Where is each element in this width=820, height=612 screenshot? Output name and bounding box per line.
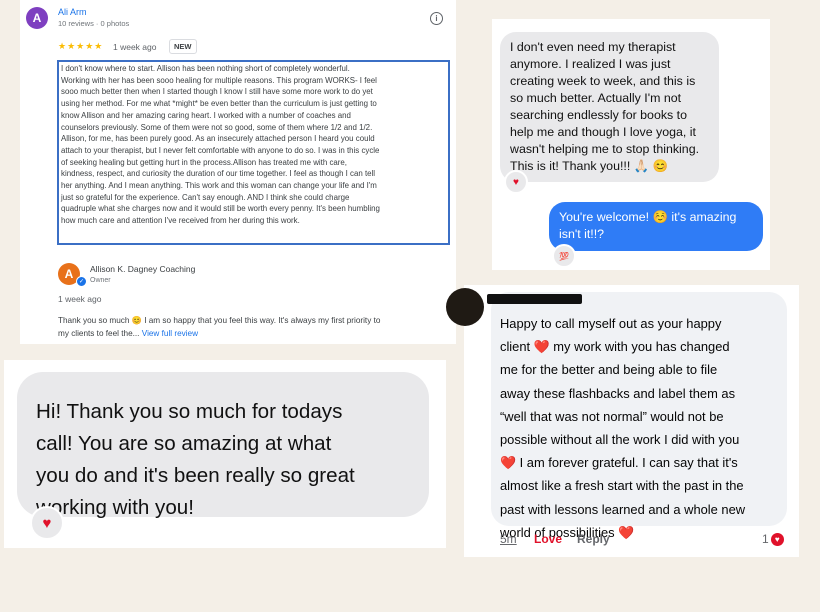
review-line: of seeking healing but getting hurt in t… [61,157,347,167]
reviewer-avatar[interactable]: A [26,7,48,29]
review-line: just so grateful for the experience. Can… [61,192,350,202]
review-line: Allison, for me, has been purely good. A… [61,134,375,144]
message-line: isn't it!!? [559,227,605,241]
new-badge: NEW [169,39,197,54]
message-line: you do and it's been really so great [36,464,355,487]
comment-line: away these flashbacks and label them as [500,385,736,401]
comment-line: ❤️ I am forever grateful. I can say that… [500,455,738,471]
reaction-count[interactable]: 1 ♥ [762,532,784,546]
incoming-message-bubble: I don't even need my therapist anymore. … [500,32,719,182]
review-line: how much care and attention I've receive… [61,216,300,226]
commenter-avatar[interactable] [446,288,484,326]
comment-line: client ❤️ my work with you has changed [500,339,730,355]
owner-reply: Thank you so much 😊 I am so happy that y… [58,314,448,340]
star-rating: ★★★★★ [58,41,104,51]
message-line: help me and though I love yoga, it [510,125,696,139]
review-line: using her method. For me what *might* be… [61,99,377,109]
message-line: so much better. Actually I'm not [510,91,682,105]
review-line: sooo much better then when I started tho… [61,87,373,97]
reviewer-meta: 10 reviews · 0 photos [58,19,130,28]
owner-reply-line: Thank you so much 😊 I am so happy that y… [58,316,381,325]
message-line: You're welcome! ☺️ it's amazing [559,210,737,224]
outgoing-message-text: You're welcome! ☺️ it's amazing isn't it… [559,209,736,243]
owner-reply-age: 1 week ago [58,294,102,304]
message-line: anymore. I realized I was just [510,57,671,71]
redacted-commenter-name [487,294,582,304]
sms-thread-card: I don't even need my therapist anymore. … [492,19,770,270]
comment-line: me for the better and being able to file [500,362,718,378]
review-line: counselors previously. Some of them were… [61,122,373,132]
message-line: I don't even need my therapist [510,40,676,54]
owner-reply-line2: my clients to feel the... View full revi… [58,327,448,340]
comment-line: past with lessons learned and a whole ne… [500,501,746,517]
message-line: call! You are so amazing at what [36,432,332,455]
comment-text: Happy to call myself out as your happy c… [500,312,745,544]
info-icon[interactable]: i [430,12,443,25]
review-line: know Allison and her amazing caring hear… [61,110,351,120]
message-line: This is it! Thank you!!! 🙏🏻 😊 [510,159,669,173]
review-line: attach to your therapist, but I never fe… [61,145,380,155]
comment-line: “well that was not normal” would not be [500,408,724,424]
heart-reaction-icon[interactable]: ♥ [504,170,528,194]
message-line: creating week to week, and this is [510,74,696,88]
review-age: 1 week ago [113,42,157,52]
message-line: wasn't helping me to stop thinking. [510,142,700,156]
comment-timestamp-link[interactable]: 5m [500,532,517,546]
review-line: her anything. And I mean anything. This … [61,181,377,191]
review-line: Working with her has been sooo healing f… [61,75,377,85]
review-text: I don't know where to start. Allison has… [57,60,450,245]
love-reaction-icon: ♥ [770,532,784,546]
incoming-message-text: I don't even need my therapist anymore. … [510,39,699,175]
review-line: kindness, respect, and curiosity the dur… [61,169,376,179]
reviewer-name[interactable]: Ali Arm [58,7,87,17]
reaction-count-value: 1 [762,532,769,546]
text-message-bubble: Hi! Thank you so much for todays call! Y… [17,372,429,519]
google-review-card: A Ali Arm 10 reviews · 0 photos i ★★★★★ … [20,0,456,344]
comment-actions: 5m Love Reply [500,532,610,546]
verified-check-icon: ✓ [76,276,87,287]
comment-bubble: Happy to call myself out as your happy c… [491,292,787,540]
heart-reaction-icon[interactable]: ♥ [30,506,64,540]
text-message-card: Hi! Thank you so much for todays call! Y… [4,360,446,548]
hundred-reaction-icon[interactable]: 💯 [552,244,576,268]
text-message-body: Hi! Thank you so much for todays call! Y… [36,396,355,524]
review-line: I don't know where to start. Allison has… [61,64,350,73]
outgoing-message-bubble: You're welcome! ☺️ it's amazing isn't it… [549,202,763,251]
comment-line: Happy to call myself out as your happy [500,316,722,331]
owner-name[interactable]: Allison K. Dagney Coaching [90,264,195,274]
message-line: Hi! Thank you so much for todays [36,400,343,423]
review-line: quadruple what she charges now and it wo… [61,204,380,214]
message-line: searching endlessly for books to [510,108,688,122]
reply-button[interactable]: Reply [577,532,610,546]
owner-reply-text: my clients to feel the... [58,329,140,338]
comment-line: possible without all the work I did with… [500,432,740,448]
love-reaction-button[interactable]: Love [534,532,562,546]
owner-role: Owner [90,277,111,284]
facebook-comment-card: Happy to call myself out as your happy c… [446,285,799,557]
comment-line: almost like a fresh start with the past … [500,478,744,494]
view-full-review-link[interactable]: View full review [142,329,198,338]
